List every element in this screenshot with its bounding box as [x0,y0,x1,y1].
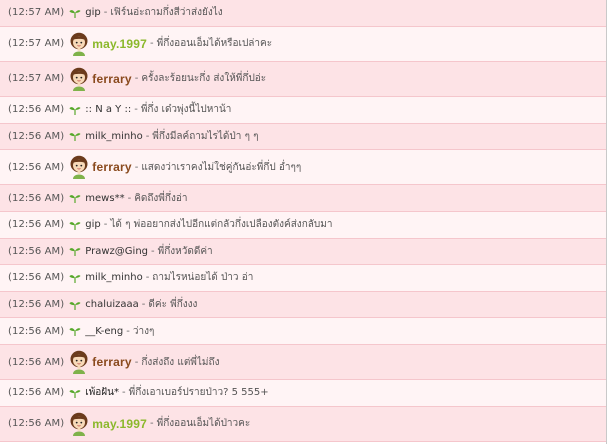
message-timestamp: (12:57 AM) [8,7,65,19]
message-text: พี่กึ่งมีลค์ถามไรได้ป่า ๆ ๆ [152,130,259,142]
chat-message-row: (12:56 AM) Prawz@Ging - พี่กึ่งหวัดดีค่า [0,238,606,266]
cartoon-girl-avatar-icon [69,67,89,91]
message-separator: - [134,73,139,85]
message-username[interactable]: gip [85,7,100,18]
message-username[interactable]: :: N a Y :: [85,104,131,115]
message-username[interactable]: milk_minho [85,272,142,283]
message-username[interactable]: เพ้อฝัน* [85,385,119,400]
message-username[interactable]: chaluizaaa [85,299,139,310]
message-timestamp: (12:56 AM) [8,325,65,337]
message-username[interactable]: milk_minho [85,131,142,142]
chat-message-row: (12:57 AM) gip - เฟิร์นอ่ะถามกึ่งสีว่าส่ง… [0,0,606,27]
sprout-icon [69,105,81,115]
message-timestamp: (12:56 AM) [8,245,65,257]
message-timestamp: (12:56 AM) [8,418,65,430]
sprout-icon [69,388,81,398]
sprout-icon [69,193,81,204]
message-timestamp: (12:56 AM) [8,161,65,173]
sprout-icon [69,8,81,18]
chat-log: (12:57 AM) gip - เฟิร์นอ่ะถามกึ่งสีว่าส่ง… [0,0,607,444]
message-separator: - [103,219,108,231]
message-timestamp: (12:57 AM) [8,38,65,50]
message-timestamp: (12:56 AM) [8,299,65,311]
message-timestamp: (12:56 AM) [8,387,65,399]
chat-message-row: (12:56 AM) __K-eng - ว่างๆ [0,318,606,345]
message-separator: - [150,418,154,430]
sprout-icon [69,300,81,310]
message-username[interactable]: ferrary [92,355,131,369]
message-separator: - [122,387,126,399]
message-timestamp: (12:56 AM) [8,272,65,284]
message-separator: - [126,325,130,337]
chat-message-row: (12:56 AM) chaluizaaa - ดีค่ะ พี่กึ่งงง [0,291,606,319]
message-username[interactable]: Prawz@Ging [85,246,148,257]
chat-message-row: (12:57 AM) may.1997 - พี่กึ่งออนเอ็มได้หร… [0,26,606,62]
chat-message-row: (12:56 AM) ferrary - แสดงว่าเราคงไม่ใช่คู… [0,150,606,186]
message-username[interactable]: mews** [85,193,124,204]
chat-message-row: (12:56 AM) milk_minho - ถามไรหน่อยได้ ป่า… [0,265,606,292]
sprout-icon [69,326,81,337]
chat-message-row: (12:56 AM) may.1997 - พี่กึ่งออนเอ็มได้ป่… [0,406,606,442]
message-separator: - [145,130,150,142]
chat-message-row: (12:56 AM) mews** - คิดถึงพี่กึ่งอ่า [0,185,606,212]
message-text: แสดงว่าเราคงไม่ใช่คู่กันอ่ะพี่กึ่ป อ่ำๆๆ [141,161,302,173]
message-text: พี่กึ่งออนเอ็มได้หรือเปล่าคะ [156,38,273,50]
message-timestamp: (12:56 AM) [8,104,65,116]
chat-message-row: (12:56 AM):: N a Y :: - พี่กึ่ง เด๋วพุ่ง… [0,96,606,124]
message-text: พี่กึ่งออนเอ็มได้ป่าวคะ [156,418,251,430]
message-text: ดีค่ะ พี่กึ่งงง [148,299,198,311]
message-text: เฟิร์นอ่ะถามกึ่งสีว่าส่งยังไง [110,7,223,19]
message-text: พี่กึ่ง เด๋วพุ่งนี้ไปหาน้า [140,104,232,116]
message-username[interactable]: may.1997 [92,37,147,51]
chat-message-row: (12:56 AM) ferrary - กึ่งส่งถึง แต่พี่ไม่… [0,344,606,381]
message-separator: - [127,192,132,204]
message-text: พี่กึ่งหวัดดีค่า [157,245,213,257]
chat-message-row: (12:56 AM) เพ้อฝัน* - พี่กึ่งเอาเบอร์ปราย… [0,380,606,407]
message-separator: - [103,7,108,19]
message-separator: - [134,161,139,173]
chat-message-row: (12:57 AM) ferrary - ครั้งละร้อยนะกึ่ง ส่… [0,61,606,97]
message-separator: - [141,299,146,311]
message-text: กึ่งส่งถึง แต่พี่ไม่ถึง [141,356,220,368]
sprout-icon [69,131,81,142]
chat-message-row: (12:56 AM) gip - ได้ ๆ พ่ออยากส่งไปอีกแต่… [0,211,606,239]
message-text: พี่กึ่งเอาเบอร์ปรายป่าว? 5 555+ [128,387,269,399]
message-timestamp: (12:56 AM) [8,219,65,231]
message-username[interactable]: __K-eng [85,326,123,337]
message-username[interactable]: ferrary [92,72,131,86]
cartoon-girl-avatar-icon [69,32,89,56]
message-username[interactable]: ferrary [92,160,131,174]
message-timestamp: (12:56 AM) [8,192,65,204]
sprout-icon [69,246,81,257]
sprout-icon [69,273,81,283]
message-text: ได้ ๆ พ่ออยากส่งไปอีกแต่กลัวกึ่งเปลืองตั… [110,219,333,231]
cartoon-girl-avatar-icon [69,155,89,180]
message-text: คิดถึงพี่กึ่งอ่า [134,192,188,204]
message-separator: - [150,38,154,50]
message-timestamp: (12:56 AM) [8,356,65,368]
message-separator: - [134,356,139,368]
message-timestamp: (12:57 AM) [8,73,65,85]
cartoon-girl-avatar-icon [69,350,89,374]
message-text: ถามไรหน่อยได้ ป่าว อ่า [152,272,254,284]
message-text: ว่างๆ [132,325,155,337]
message-username[interactable]: may.1997 [92,417,147,431]
message-timestamp: (12:56 AM) [8,130,65,142]
sprout-icon [69,220,81,230]
chat-message-row: (12:56 AM) milk_minho - พี่กึ่งมีลค์ถามไร… [0,123,606,151]
message-text: ครั้งละร้อยนะกึ่ง ส่งให้พี่กึ่ปอ่ะ [141,73,267,85]
message-separator: - [151,245,155,257]
message-separator: - [145,272,150,284]
message-username[interactable]: gip [85,219,100,230]
message-separator: - [134,104,138,116]
cartoon-girl-avatar-icon [69,412,89,436]
